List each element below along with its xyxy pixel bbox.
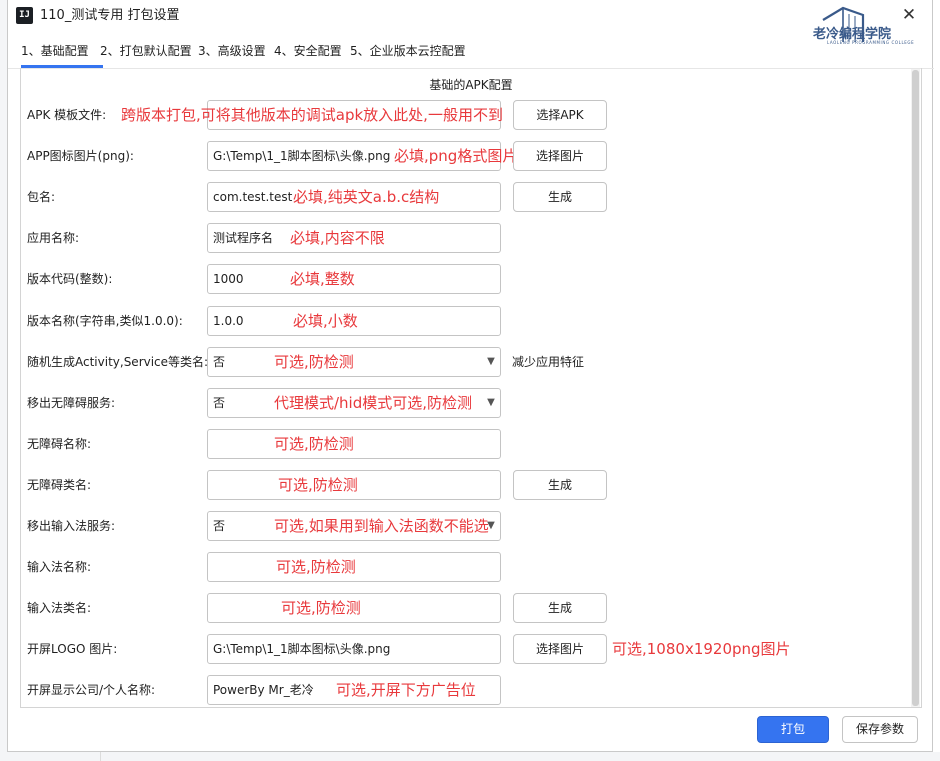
row-1-annotation: 跨版本打包,可将其他版本的调试apk放入此处,一般用不到: [121, 106, 503, 124]
row-6-label: 版本名称(字符串,类似1.0.0):: [27, 314, 183, 328]
row-3-value: com.test.test: [213, 190, 293, 204]
row-5-label: 版本代码(整数):: [27, 272, 113, 286]
tab-3[interactable]: 3、高级设置: [198, 40, 266, 62]
row-7-value: 否: [213, 355, 226, 369]
row-9-input[interactable]: [207, 429, 501, 459]
row-5-annotation: 必填,整数: [290, 270, 355, 288]
row-8-label: 移出无障碍服务:: [27, 396, 116, 410]
section-title: 基础的APK配置: [429, 78, 513, 92]
screen: IJ 110_测试专用 打包设置 老冷编程学院 LAOLENG PROGRAMM…: [0, 0, 940, 761]
row-11-label: 移出输入法服务:: [27, 519, 116, 533]
window-title: 110_测试专用 打包设置: [40, 8, 180, 23]
row-13-button[interactable]: 生成: [513, 593, 607, 623]
row-15-value: PowerBy Mr_老冷: [213, 683, 314, 697]
row-14-button[interactable]: 选择图片: [513, 634, 607, 664]
row-11-value: 否: [213, 519, 226, 533]
row-7-label: 随机生成Activity,Service等类名:: [27, 355, 209, 369]
row-7-select[interactable]: [207, 347, 501, 377]
tab-1[interactable]: 1、基础配置: [21, 40, 89, 62]
row-14-label: 开屏LOGO 图片:: [27, 642, 118, 656]
row-13-annotation: 可选,防检测: [281, 599, 361, 617]
row-11-annotation: 可选,如果用到输入法函数不能选: [274, 517, 489, 535]
background-divider: [100, 752, 101, 761]
row-15-annotation: 可选,开屏下方广告位: [336, 681, 476, 699]
row-6-value: 1.0.0: [213, 314, 244, 328]
logo-subtext: LAOLENG PROGRAMMING COLLEGE: [827, 40, 914, 45]
row-12-annotation: 可选,防检测: [276, 558, 356, 576]
row-14-annotation: 可选,1080x1920png图片: [612, 640, 791, 658]
row-2-label: APP图标图片(png):: [27, 149, 134, 163]
row-10-annotation: 可选,防检测: [278, 476, 358, 494]
row-6-annotation: 必填,小数: [293, 312, 358, 330]
row-3-button[interactable]: 生成: [513, 182, 607, 212]
row-4-label: 应用名称:: [27, 231, 80, 245]
row-3-annotation: 必填,纯英文a.b.c结构: [293, 188, 440, 206]
row-2-annotation: 必填,png格式图片: [394, 147, 518, 165]
row-15-label: 开屏显示公司/个人名称:: [27, 683, 156, 697]
tab-5[interactable]: 5、企业版本云控配置: [350, 40, 466, 62]
dropdown-arrow-icon[interactable]: ▼: [484, 352, 498, 372]
row-8-annotation: 代理模式/hid模式可选,防检测: [274, 394, 473, 412]
tab-4[interactable]: 4、安全配置: [274, 40, 342, 62]
row-9-annotation: 可选,防检测: [274, 435, 354, 453]
row-13-label: 输入法类名:: [27, 601, 92, 615]
row-2-button[interactable]: 选择图片: [513, 141, 607, 171]
row-7-annotation: 可选,防检测: [274, 353, 354, 371]
row-4-value: 测试程序名: [213, 231, 274, 245]
row-2-value: G:\Temp\1_1脚本图标\头像.png: [213, 149, 391, 163]
row-4-annotation: 必填,内容不限: [290, 229, 385, 247]
background-window-bottom: [0, 752, 940, 761]
row-5-value: 1000: [213, 272, 244, 286]
row-7-hint: 减少应用特征: [512, 355, 585, 369]
row-12-label: 输入法名称:: [27, 560, 92, 574]
row-14-value: G:\Temp\1_1脚本图标\头像.png: [213, 642, 391, 656]
scrollbar-thumb[interactable]: [912, 70, 919, 706]
package-button[interactable]: 打包: [757, 716, 829, 743]
row-1-button[interactable]: 选择APK: [513, 100, 607, 130]
row-9-label: 无障碍名称:: [27, 437, 92, 451]
row-1-label: APK 模板文件:: [27, 108, 107, 122]
row-8-value: 否: [213, 396, 226, 410]
tab-2[interactable]: 2、打包默认配置: [100, 40, 192, 62]
row-10-button[interactable]: 生成: [513, 470, 607, 500]
dropdown-arrow-icon[interactable]: ▼: [484, 393, 498, 413]
package-settings-dialog: IJ 110_测试专用 打包设置 老冷编程学院 LAOLENG PROGRAMM…: [7, 0, 934, 752]
save-params-button[interactable]: 保存参数: [842, 716, 918, 743]
row-3-label: 包名:: [27, 190, 56, 204]
intellij-app-icon: IJ: [16, 7, 33, 24]
row-10-label: 无障碍类名:: [27, 478, 92, 492]
close-button[interactable]: ✕: [898, 5, 920, 25]
